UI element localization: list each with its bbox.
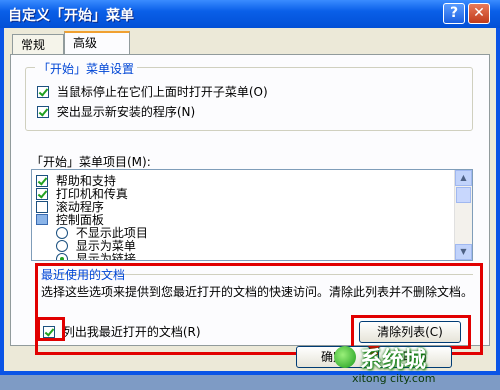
option-list-recent[interactable]: 列出我最近打开的文档(R) (43, 323, 201, 340)
scroll-thumb[interactable] (456, 187, 471, 203)
list-item[interactable]: 显示为链接 (56, 250, 136, 261)
recent-documents-description: 选择这些选项来提供到您最近打开的文档的快速访问。清除此列表并不删除文档。 (41, 285, 474, 299)
dialog-window: 自定义「开始」菜单 ? ✕ 常规 高级 「开始」菜单设置 当鼠标停止在它们上面时… (0, 0, 500, 385)
list-recent-label: 列出我最近打开的文档(R) (62, 325, 201, 339)
tab-panel-advanced: 「开始」菜单设置 当鼠标停止在它们上面时打开子菜单(O) 突出显示新安装的程序(… (10, 54, 490, 355)
option-open-submenus[interactable]: 当鼠标停止在它们上面时打开子菜单(O) (37, 83, 268, 100)
start-menu-settings-title: 「开始」菜单设置 (35, 60, 138, 77)
watermark-url: xitong city.com (352, 372, 436, 385)
ok-button[interactable]: 确定 (296, 346, 370, 368)
list-recent-checkbox[interactable] (43, 325, 55, 338)
clear-list-button[interactable]: 清除列表(C) (359, 321, 461, 343)
highlight-new-label: 突出显示新安装的程序(N) (56, 105, 196, 119)
window-title: 自定义「开始」菜单 (8, 8, 134, 24)
start-menu-items-list[interactable]: 帮助和支持 打印机和传真 滚动程序 控制面板 不显示此项目 显示为菜单 显示为链… (31, 169, 473, 261)
scroll-up-icon[interactable]: ▲ (455, 170, 472, 186)
tab-advanced[interactable]: 高级 (64, 31, 130, 55)
highlight-new-checkbox[interactable] (37, 105, 49, 118)
list-scrollbar[interactable]: ▲ ▼ (454, 170, 472, 260)
recent-documents-title: 最近使用的文档 (41, 268, 126, 282)
open-submenus-checkbox[interactable] (37, 85, 49, 98)
help-button[interactable]: ? (443, 3, 465, 24)
open-submenus-label: 当鼠标停止在它们上面时打开子菜单(O) (56, 85, 268, 99)
title-bar[interactable]: 自定义「开始」菜单 ? ✕ (0, 0, 500, 28)
cancel-button[interactable]: 取消 (378, 346, 452, 368)
show-as-link-radio[interactable] (56, 252, 68, 260)
control-panel-icon (36, 214, 48, 225)
close-button[interactable]: ✕ (468, 3, 490, 24)
list-item-label: 显示为链接 (75, 252, 136, 261)
option-highlight-new[interactable]: 突出显示新安装的程序(N) (37, 103, 195, 120)
dialog-client: 常规 高级 「开始」菜单设置 当鼠标停止在它们上面时打开子菜单(O) 突出显示新… (4, 28, 496, 385)
scroll-down-icon[interactable]: ▼ (455, 244, 472, 260)
tab-general[interactable]: 常规 (12, 34, 64, 54)
start-menu-items-label: 「开始」菜单项目(M): (31, 155, 151, 169)
